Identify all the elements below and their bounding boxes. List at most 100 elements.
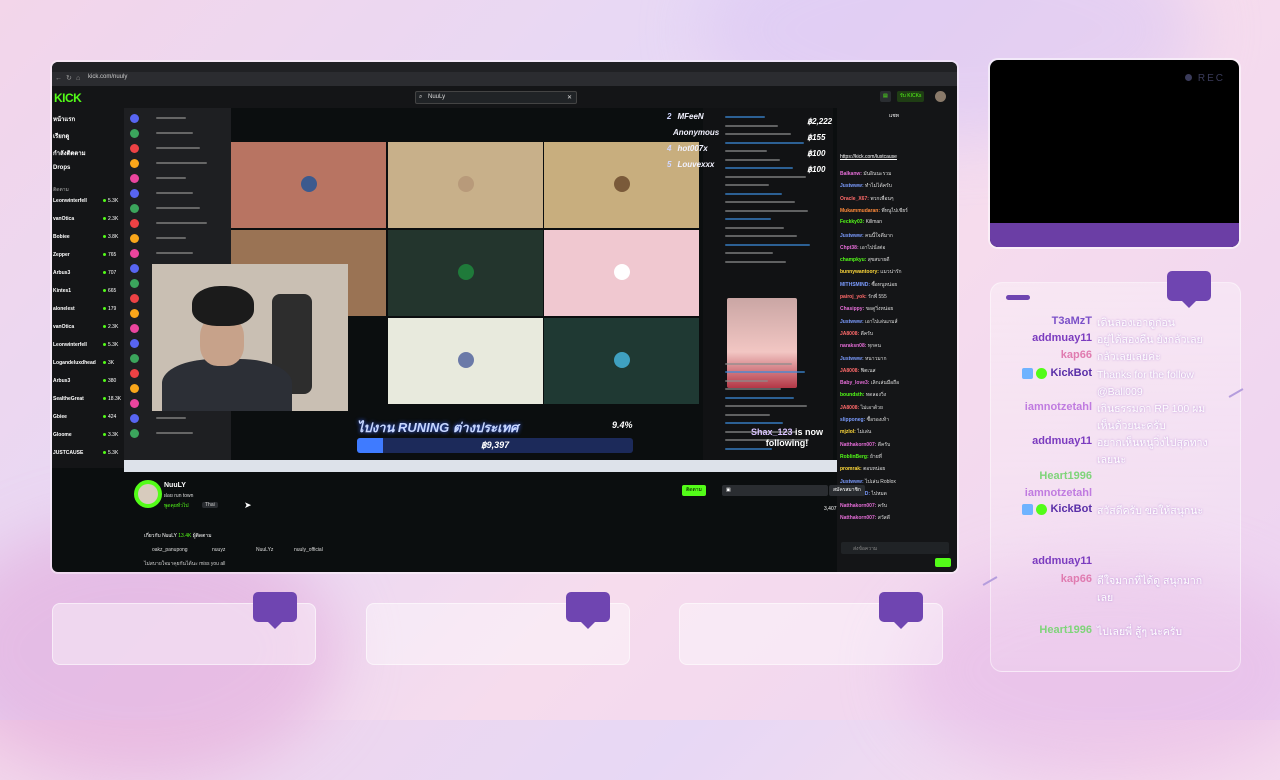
discord-server-icon[interactable] <box>130 264 139 273</box>
sidebar-channel-name[interactable]: Arbus3 <box>53 378 70 384</box>
chat-username[interactable]: promrak: <box>840 466 863 472</box>
social-tiktok[interactable]: nuuly_official <box>294 547 323 553</box>
discord-user-row[interactable] <box>156 192 193 194</box>
chat-username[interactable]: Mukammudaran: <box>840 208 881 214</box>
discord-user-row[interactable] <box>156 117 186 119</box>
social-twitter[interactable]: NuuLYz <box>256 547 273 553</box>
search-input[interactable]: ⌕ NuuLy ✕ <box>415 91 577 104</box>
chat-username[interactable]: Justwww: <box>840 233 865 239</box>
discord-user-row[interactable] <box>156 147 200 149</box>
discord-server-icon[interactable] <box>130 129 139 138</box>
video-tile[interactable] <box>544 318 699 404</box>
discord-user-row[interactable] <box>156 132 193 134</box>
chat-username[interactable]: JA8008: <box>840 331 861 337</box>
reload-icon[interactable]: ↻ <box>66 75 74 83</box>
social-facebook[interactable]: nuuyz <box>212 547 225 553</box>
sidebar-channel-name[interactable]: Kintes1 <box>53 288 71 294</box>
discord-user-row[interactable] <box>156 237 186 239</box>
chat-username[interactable]: Oracle_X67: <box>840 196 870 202</box>
windows-taskbar[interactable] <box>124 460 837 472</box>
discord-server-icon[interactable] <box>130 249 139 258</box>
chat-input[interactable]: ส่งข้อความ <box>841 542 949 554</box>
user-avatar[interactable] <box>935 91 946 102</box>
chat-username[interactable]: Justwww: <box>840 479 865 485</box>
home-icon[interactable]: ⌂ <box>76 75 84 83</box>
discord-server-icon[interactable] <box>130 159 139 168</box>
sidebar-nav-item[interactable]: กำลังติดตาม <box>53 148 86 158</box>
chat-username[interactable]: pairoj_yok: <box>840 294 868 300</box>
sidebar-nav-item[interactable]: Drops <box>53 165 70 171</box>
sidebar-channel-name[interactable]: SealtheGreat <box>53 396 84 402</box>
chat-username[interactable]: Baby_love3: <box>840 380 871 386</box>
discord-server-icon[interactable] <box>130 234 139 243</box>
sidebar-channel-name[interactable]: alonelest <box>53 306 75 312</box>
sidebar-nav-item[interactable]: หน้าแรก <box>53 114 75 124</box>
social-instagram[interactable]: oakz_panupong <box>152 547 188 553</box>
subscribe-button[interactable]: สมัครสมาชิก <box>829 485 865 496</box>
chat-username[interactable]: MITHSMIND: <box>840 282 871 288</box>
discord-server-icon[interactable] <box>130 279 139 288</box>
follow-button[interactable]: ติดตาม <box>682 485 706 496</box>
kick-logo[interactable]: KICK <box>54 91 82 105</box>
chat-username[interactable]: champkyu: <box>840 257 868 263</box>
discord-user-row[interactable] <box>156 177 186 179</box>
sidebar-nav-item[interactable]: เรียกดู <box>53 131 69 141</box>
discord-user-row[interactable] <box>156 162 207 164</box>
chat-username[interactable]: boundsth: <box>840 392 866 398</box>
sidebar-channel-name[interactable]: Leonwinterfell <box>53 198 87 204</box>
discord-server-icon[interactable] <box>130 399 139 408</box>
video-tile[interactable] <box>388 230 543 316</box>
chat-username[interactable]: Natthakorn007: <box>840 442 878 448</box>
chat-username[interactable]: naraksn08: <box>840 343 868 349</box>
sidebar-channel-name[interactable]: Gloome <box>53 432 72 438</box>
chat-username[interactable]: JA8008: <box>840 405 861 411</box>
sidebar-channel-name[interactable]: Gbiee <box>53 414 67 420</box>
discord-server-icon[interactable] <box>130 219 139 228</box>
discord-server-icon[interactable] <box>130 354 139 363</box>
discord-server-icon[interactable] <box>130 309 139 318</box>
discord-server-icon[interactable] <box>130 369 139 378</box>
sidebar-channel-name[interactable]: JUSTCAUSE <box>53 450 83 456</box>
streamer-name[interactable]: NuuLY <box>164 482 186 489</box>
browser-address-bar[interactable]: ← ↻ ⌂ kick.com/nuuly <box>52 72 957 86</box>
chat-username[interactable]: RoblinBerg: <box>840 454 870 460</box>
video-tile[interactable] <box>231 142 386 228</box>
video-tile[interactable] <box>544 142 699 228</box>
discord-server-icon[interactable] <box>130 324 139 333</box>
chat-username[interactable]: Natthakorn007: <box>840 515 878 521</box>
discord-user-row[interactable] <box>156 222 207 224</box>
chat-username[interactable]: Justwww: <box>840 319 865 325</box>
chat-username[interactable]: Chpt38: <box>840 245 860 251</box>
discord-server-icon[interactable] <box>130 384 139 393</box>
sidebar-channel-name[interactable]: Leonwinterfell <box>53 342 87 348</box>
gift-sub-button[interactable]: ▣ <box>722 485 828 496</box>
streamer-avatar[interactable] <box>134 480 162 508</box>
chat-username[interactable]: Balkanw: <box>840 171 863 177</box>
sidebar-channel-name[interactable]: vanOtica <box>53 216 74 222</box>
chat-username[interactable]: Justwww: <box>840 183 865 189</box>
chat-tab[interactable]: แชท <box>889 112 899 120</box>
browser-tab-strip[interactable] <box>52 62 957 72</box>
sidebar-channel-name[interactable]: Arbus3 <box>53 270 70 276</box>
discord-user-row[interactable] <box>156 432 193 434</box>
discord-server-icon[interactable] <box>130 414 139 423</box>
discord-server-icon[interactable] <box>130 429 139 438</box>
chat-username[interactable]: Justwww: <box>840 356 865 362</box>
chat-username[interactable]: bunnywantoory: <box>840 269 880 275</box>
send-button[interactable] <box>935 558 951 567</box>
chat-username[interactable]: Chasippy: <box>840 306 866 312</box>
discord-user-row[interactable] <box>156 207 200 209</box>
clear-search-icon[interactable]: ✕ <box>567 94 572 101</box>
kicks-button[interactable]: รับ KICKs <box>897 91 925 102</box>
video-tile[interactable] <box>388 142 543 228</box>
stream-category[interactable]: พูดคุยทั่วไป <box>164 502 189 510</box>
discord-server-icon[interactable] <box>130 339 139 348</box>
chat-username[interactable]: JA8008: <box>840 368 861 374</box>
chat-pinned-link[interactable]: https://kick.com/lustcause <box>840 154 897 160</box>
discord-server-icon[interactable] <box>130 174 139 183</box>
sidebar-channel-name[interactable]: Zepper <box>53 252 70 258</box>
discord-server-icon[interactable] <box>130 114 139 123</box>
video-tile[interactable] <box>388 318 543 404</box>
discord-server-icon[interactable] <box>130 144 139 153</box>
discord-server-icon[interactable] <box>130 189 139 198</box>
